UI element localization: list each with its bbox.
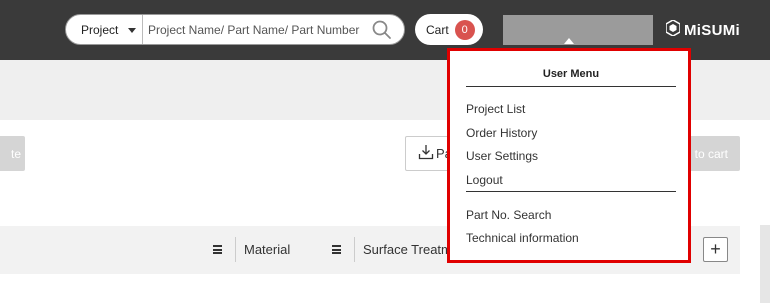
- menu-divider: [466, 191, 676, 192]
- menu-item-user-settings[interactable]: User Settings: [466, 149, 538, 163]
- column-header-material[interactable]: Material: [244, 242, 290, 257]
- user-menu-dropdown: User Menu Project List Order History Use…: [447, 48, 691, 263]
- cart-button[interactable]: Cart 0: [415, 14, 483, 45]
- column-divider: [354, 237, 355, 262]
- menu-item-order-history[interactable]: Order History: [466, 126, 537, 140]
- menu-divider: [466, 86, 676, 87]
- download-icon: [418, 144, 434, 163]
- column-menu-icon[interactable]: [213, 245, 222, 254]
- search-bar: Project: [65, 14, 405, 45]
- caret-down-icon: [128, 28, 136, 33]
- user-menu-title: User Menu: [542, 68, 600, 80]
- scrollbar[interactable]: [760, 225, 770, 303]
- user-account-button[interactable]: [503, 15, 653, 45]
- column-divider: [235, 237, 236, 262]
- search-input[interactable]: [143, 15, 370, 44]
- search-scope-select[interactable]: Project: [66, 15, 143, 44]
- menu-item-technical-information[interactable]: Technical information: [466, 231, 579, 245]
- menu-item-project-list[interactable]: Project List: [466, 102, 525, 116]
- add-column-button[interactable]: +: [703, 237, 728, 262]
- menu-pointer-icon: [564, 38, 574, 44]
- menu-item-logout[interactable]: Logout: [466, 173, 503, 187]
- cart-label: Cart: [426, 22, 449, 37]
- logo-text: MiSUMi: [684, 21, 740, 39]
- logo-mark-icon: [665, 19, 681, 40]
- cart-count-badge: 0: [454, 19, 475, 40]
- toolbar-left-button[interactable]: te: [0, 136, 25, 171]
- menu-item-part-no-search[interactable]: Part No. Search: [466, 208, 551, 222]
- misumi-logo[interactable]: MiSUMi: [665, 19, 740, 40]
- column-header-surface-treatment[interactable]: Surface Treatm: [363, 242, 452, 257]
- column-menu-icon[interactable]: [332, 245, 341, 254]
- add-to-cart-label: to cart: [694, 146, 728, 161]
- search-scope-label: Project: [81, 22, 119, 37]
- search-icon[interactable]: [370, 18, 394, 42]
- toolbar-left-label: te: [10, 146, 21, 161]
